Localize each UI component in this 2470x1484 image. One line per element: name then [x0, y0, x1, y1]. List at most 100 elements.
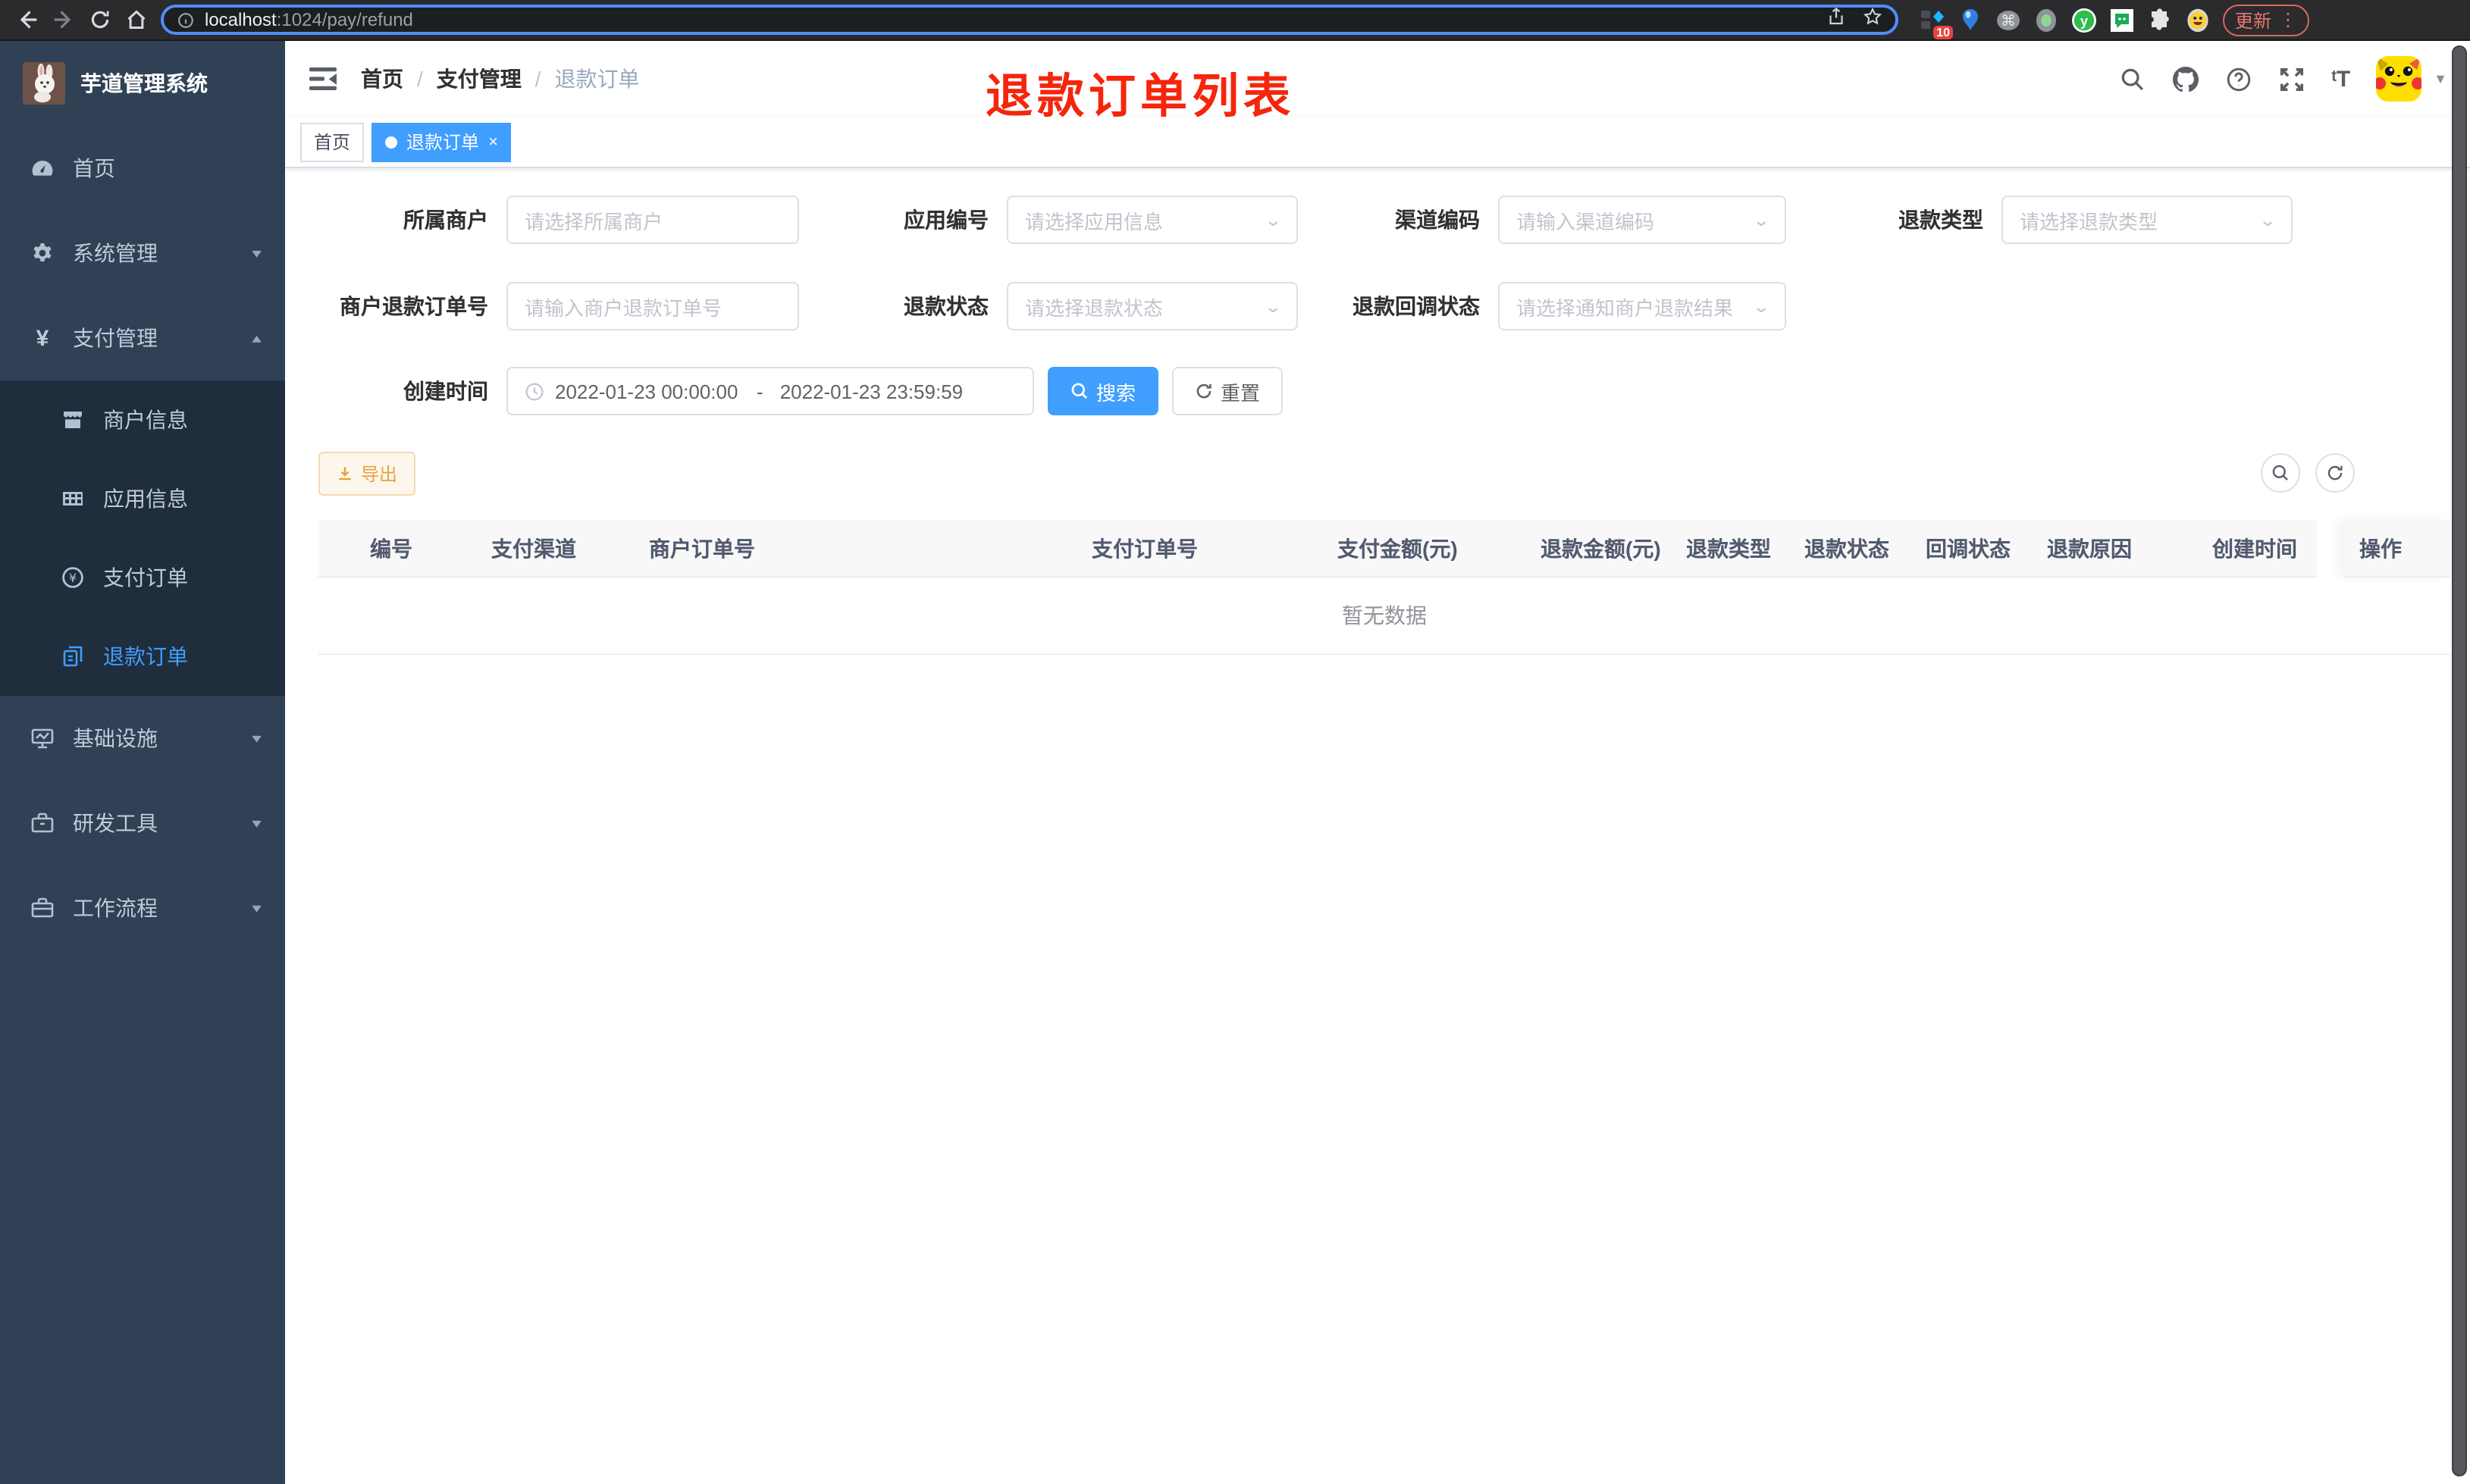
- chevron-down-icon: ▾: [252, 730, 262, 745]
- pay-submenu: 商户信息 应用信息 ¥ 支付订单 退款订单: [0, 380, 285, 696]
- coin-yen-icon: ¥: [61, 565, 85, 590]
- logo-rabbit-image: [23, 62, 65, 105]
- bookmark-star-icon[interactable]: [1863, 6, 1882, 33]
- search-icon[interactable]: [2119, 65, 2146, 92]
- export-button[interactable]: 导出: [318, 452, 416, 496]
- navbar: 首页 / 支付管理 / 退款订单 退款订单列表 ᵗT ▼: [285, 41, 2470, 123]
- create-time-label: 创建时间: [403, 379, 488, 403]
- svg-text:¥: ¥: [69, 571, 77, 585]
- document-copy-icon: [61, 644, 85, 668]
- breadcrumb-home[interactable]: 首页: [361, 64, 403, 94]
- chevron-up-icon: ▴: [252, 330, 262, 345]
- tag-home[interactable]: 首页: [300, 122, 365, 161]
- sidebar-item-devtools[interactable]: 研发工具 ▾: [0, 781, 285, 866]
- fullscreen-icon[interactable]: [2278, 65, 2305, 92]
- gear-icon: [30, 241, 55, 265]
- page-title-annotation: 退款订单列表: [986, 70, 1295, 123]
- help-icon[interactable]: [2225, 65, 2252, 92]
- extension-badge: 10: [1933, 25, 1953, 39]
- table-header: 编号 支付渠道 商户订单号 支付订单号 支付金额(元) 退款金额(元) 退款类型…: [318, 520, 2450, 578]
- sidebar-item-pay-order[interactable]: ¥ 支付订单: [0, 538, 285, 617]
- empty-text: 暂无数据: [1342, 603, 1427, 628]
- sidebar-item-workflow[interactable]: 工作流程 ▾: [0, 866, 285, 950]
- sidebar-item-infra[interactable]: 基础设施 ▾: [0, 696, 285, 781]
- notify-status-label: 退款回调状态: [1353, 294, 1480, 318]
- search-button[interactable]: 搜索: [1048, 367, 1159, 415]
- column-header: 退款原因: [2047, 536, 2132, 560]
- avatar-caret-icon[interactable]: ▼: [2434, 71, 2447, 86]
- share-icon[interactable]: [1827, 6, 1845, 33]
- notify-status-select[interactable]: 请选择通知商户退款结果 ⌄: [1498, 282, 1786, 330]
- back-icon[interactable]: [9, 3, 45, 36]
- browser-update-button[interactable]: 更新 ⋮: [2223, 4, 2310, 36]
- extensions-puzzle-icon[interactable]: [2147, 7, 2173, 33]
- reset-button[interactable]: 重置: [1172, 367, 1284, 415]
- sidebar-logo-row[interactable]: 芋道管理系统: [0, 41, 285, 126]
- url-bar[interactable]: localhost:1024/pay/refund: [161, 5, 1898, 35]
- show-search-toggle-button[interactable]: [2261, 453, 2300, 493]
- chevron-down-icon: ⌄: [1263, 298, 1282, 316]
- date-start-value[interactable]: 2022-01-23 00:00:00: [555, 380, 740, 402]
- tag-refund-order[interactable]: 退款订单 ×: [371, 122, 512, 161]
- column-header: 支付渠道: [491, 536, 576, 560]
- channel-code-select[interactable]: 请输入渠道编码 ⌄: [1498, 196, 1786, 244]
- chevron-down-icon: ▾: [252, 245, 262, 260]
- chevron-down-icon: ⌄: [1751, 211, 1770, 230]
- profile-emoji-icon[interactable]: [2185, 7, 2211, 33]
- extensions-row: 10 ⌘ y: [1920, 7, 2211, 39]
- chevron-down-icon: ▾: [252, 900, 262, 915]
- refresh-table-button[interactable]: [2315, 453, 2355, 493]
- breadcrumb: 首页 / 支付管理 / 退款订单: [361, 64, 640, 94]
- extension-dot-icon[interactable]: [2033, 7, 2059, 33]
- refund-status-select[interactable]: 请选择退款状态 ⌄: [1007, 282, 1298, 330]
- app-title: 芋道管理系统: [80, 71, 208, 95]
- column-header: 退款金额(元): [1541, 536, 1661, 560]
- merchant-refund-no-input[interactable]: 请输入商户退款订单号: [506, 282, 799, 330]
- user-avatar[interactable]: [2376, 56, 2422, 102]
- app-no-select[interactable]: 请选择应用信息 ⌄: [1007, 196, 1298, 244]
- column-header: 回调状态: [1926, 536, 2011, 560]
- breadcrumb-section[interactable]: 支付管理: [437, 64, 522, 94]
- refund-type-select[interactable]: 请选择退款类型 ⌄: [2001, 196, 2293, 244]
- tag-close-icon[interactable]: ×: [488, 133, 498, 151]
- sidebar: 芋道管理系统 首页 系统管理 ▾ ¥ 支付管理 ▴ 商户信息 应用信息 ¥ 支付…: [0, 41, 285, 1484]
- extension-balloon-icon[interactable]: [1958, 7, 1983, 33]
- browser-menu-kebab-icon[interactable]: ⋮: [2279, 11, 2297, 29]
- column-header: 编号: [370, 536, 412, 560]
- sidebar-item-app-info[interactable]: 应用信息: [0, 459, 285, 538]
- column-header: 退款类型: [1686, 536, 1771, 560]
- chevron-down-icon: ⌄: [1751, 298, 1770, 316]
- merchant-input[interactable]: 请选择所属商户: [506, 196, 799, 244]
- main-panel: 首页 / 支付管理 / 退款订单 退款订单列表 ᵗT ▼ 首页 退款订单 × 所…: [285, 41, 2470, 1484]
- column-header: 支付金额(元): [1337, 536, 1458, 560]
- refund-list-page: 所属商户 请选择所属商户 应用编号 请选择应用信息 ⌄ 渠道编码 请输入渠道编码 ⌄…: [285, 168, 2470, 1484]
- extension-tabs-icon[interactable]: 10: [1920, 7, 1953, 39]
- site-info-icon[interactable]: [177, 11, 194, 28]
- merchant-refund-no-label: 商户退款订单号: [340, 294, 488, 318]
- forward-icon[interactable]: [45, 3, 82, 36]
- chevron-down-icon: ⌄: [1263, 211, 1282, 230]
- table-empty-state: 暂无数据: [318, 578, 2450, 655]
- briefcase-icon: [30, 896, 55, 920]
- sidebar-item-pay[interactable]: ¥ 支付管理 ▴: [0, 296, 285, 380]
- create-time-range-picker[interactable]: 2022-01-23 00:00:00 - 2022-01-23 23:59:5…: [506, 367, 1034, 415]
- sidebar-item-system[interactable]: 系统管理 ▾: [0, 211, 285, 296]
- home-icon[interactable]: [118, 3, 155, 36]
- url-text[interactable]: localhost:1024/pay/refund: [205, 9, 1816, 30]
- clock-icon: [525, 381, 544, 401]
- extension-y-icon[interactable]: y: [2071, 7, 2097, 33]
- chevron-down-icon: ⌄: [2258, 211, 2277, 230]
- sidebar-item-refund-order[interactable]: 退款订单: [0, 617, 285, 696]
- date-end-value[interactable]: 2022-01-23 23:59:59: [780, 380, 965, 402]
- extension-command-icon[interactable]: ⌘: [1995, 7, 2021, 33]
- reload-icon[interactable]: [82, 3, 118, 36]
- hamburger-icon[interactable]: [308, 64, 338, 94]
- extension-chat-icon[interactable]: [2109, 7, 2135, 33]
- navbar-actions: ᵗT ▼: [2119, 56, 2447, 102]
- github-icon[interactable]: [2172, 65, 2199, 92]
- refund-type-label: 退款类型: [1898, 208, 1983, 232]
- sidebar-item-home[interactable]: 首页: [0, 126, 285, 211]
- sidebar-item-merchant-info[interactable]: 商户信息: [0, 380, 285, 459]
- page-scrollbar[interactable]: [2452, 45, 2467, 1476]
- font-size-icon[interactable]: ᵗT: [2331, 66, 2350, 92]
